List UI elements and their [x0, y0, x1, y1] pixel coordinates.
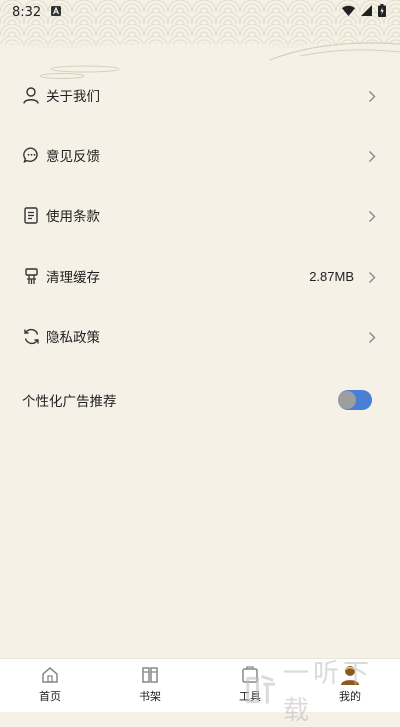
refresh-icon [22, 327, 40, 345]
chat-bubble-icon [22, 146, 40, 164]
battery-icon [378, 3, 386, 21]
tab-tools[interactable]: 工具 [220, 664, 280, 704]
personalized-ad-label: 个性化广告推荐 [22, 394, 117, 410]
menu-item-label: 使用条款 [46, 209, 100, 225]
status-time: 8:32 [12, 4, 42, 20]
toggle-knob [338, 391, 356, 409]
menu-item-feedback[interactable]: 意见反馈 [0, 135, 400, 175]
tools-icon [239, 664, 261, 686]
bookshelf-icon [139, 664, 161, 686]
menu-item-privacy-policy[interactable]: 隐私政策 [0, 316, 400, 356]
chevron-right-icon [368, 88, 378, 102]
tab-home[interactable]: 首页 [20, 664, 80, 704]
tab-label: 书架 [139, 690, 161, 703]
menu-item-label: 隐私政策 [46, 330, 100, 346]
chevron-right-icon [368, 269, 378, 283]
chevron-right-icon [368, 208, 378, 222]
document-icon [22, 206, 40, 224]
menu-item-terms[interactable]: 使用条款 [0, 195, 400, 235]
tab-label: 我的 [339, 690, 361, 703]
wifi-icon [342, 5, 355, 20]
tab-bookshelf[interactable]: 书架 [120, 664, 180, 704]
personalized-ad-toggle[interactable] [338, 390, 372, 410]
home-icon [39, 664, 61, 686]
menu-item-label: 意见反馈 [46, 149, 100, 165]
personalized-ad-row: 个性化广告推荐 [0, 380, 400, 420]
tab-profile[interactable]: 我的 [320, 664, 380, 704]
person-icon [22, 86, 40, 104]
signal-icon [361, 4, 372, 20]
tab-label: 首页 [39, 690, 61, 703]
notification-a-icon [51, 5, 62, 20]
menu-item-clear-cache[interactable]: 清理缓存 2.87MB [0, 256, 400, 296]
profile-icon [339, 664, 361, 686]
bottom-tab-bar: 首页 书架 工具 我的 [0, 658, 400, 712]
chevron-right-icon [368, 148, 378, 162]
menu-item-label: 清理缓存 [46, 270, 100, 286]
menu-item-label: 关于我们 [46, 89, 100, 105]
broom-icon [22, 267, 40, 285]
cache-size-value: 2.87MB [309, 268, 354, 284]
tab-label: 工具 [239, 690, 261, 703]
menu-item-about-us[interactable]: 关于我们 [0, 75, 400, 115]
chevron-right-icon [368, 329, 378, 343]
status-bar: 8:32 [0, 0, 400, 24]
